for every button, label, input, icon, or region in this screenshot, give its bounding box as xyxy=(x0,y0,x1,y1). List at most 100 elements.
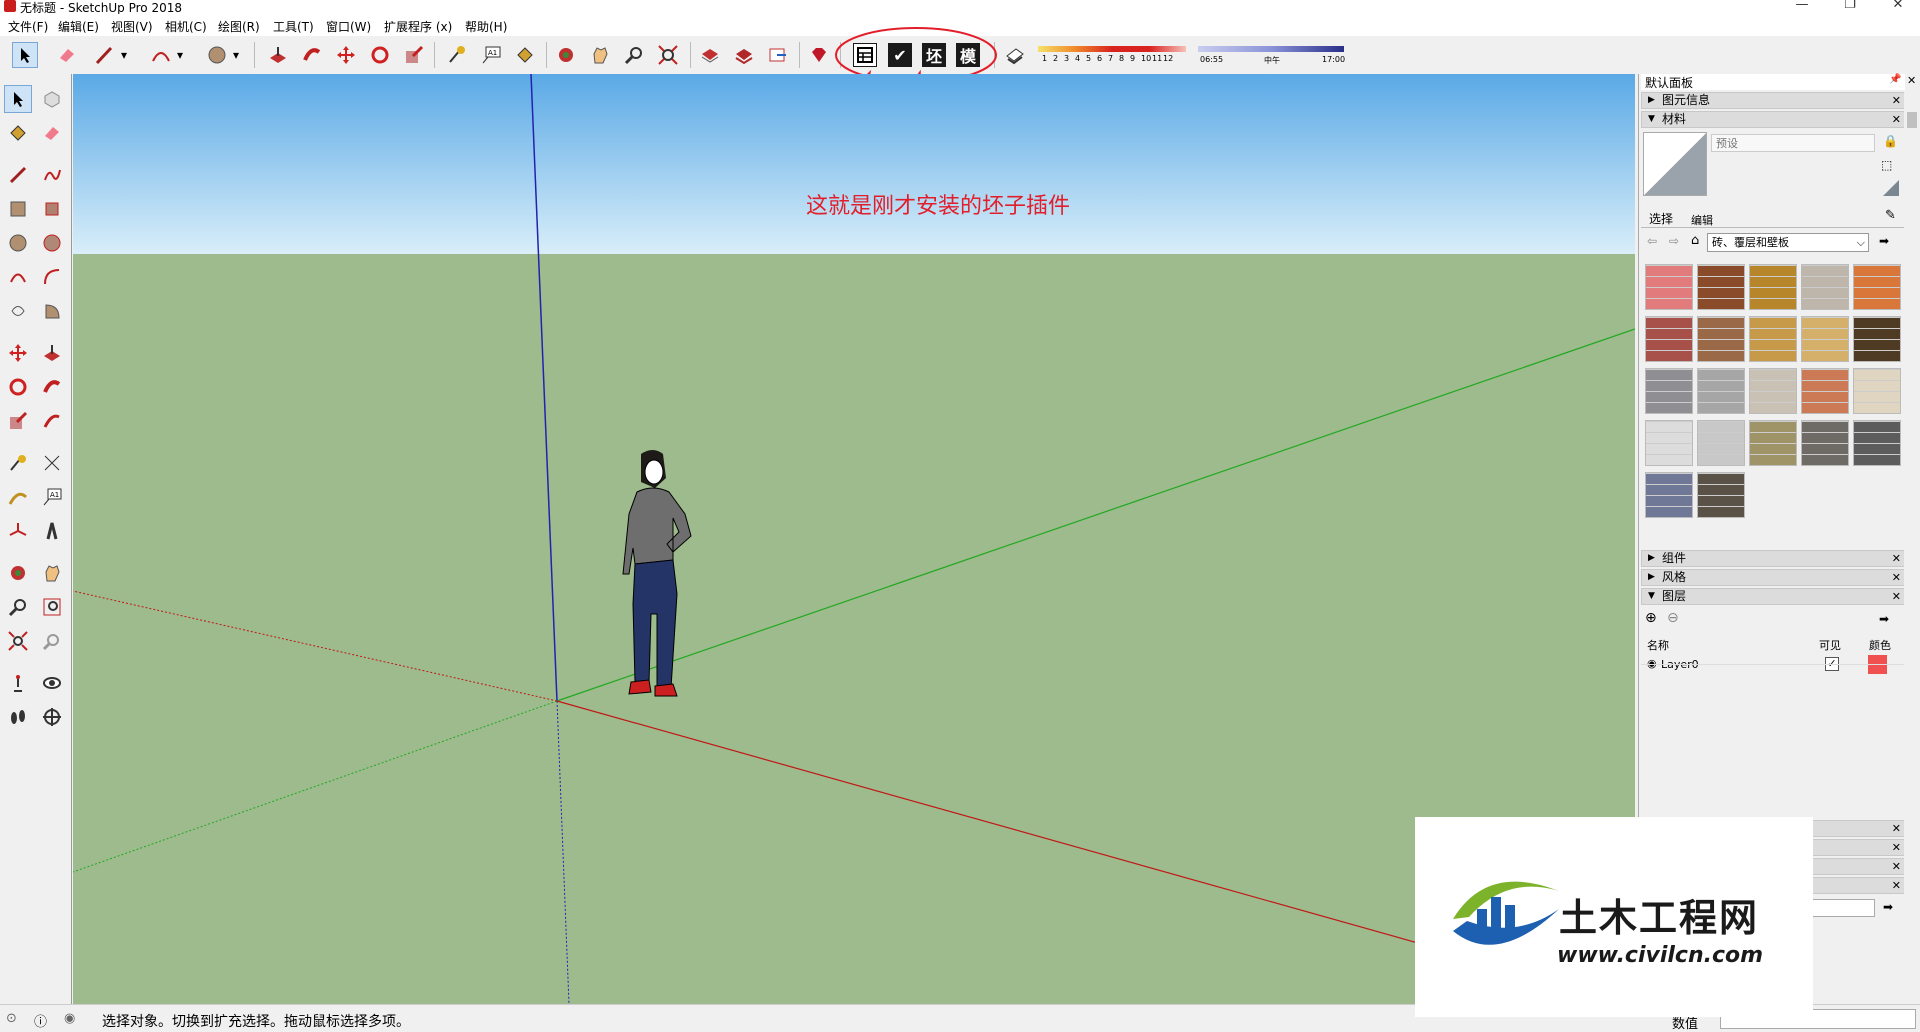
two-point-arc-icon[interactable] xyxy=(38,263,66,291)
material-swatch[interactable] xyxy=(1645,264,1693,310)
move-icon[interactable] xyxy=(4,339,32,367)
panel-field[interactable] xyxy=(1809,899,1875,917)
layer-row[interactable]: ◉ Layer0 ✓ xyxy=(1641,655,1905,675)
material-swatch[interactable] xyxy=(1853,316,1901,362)
shadow-month-slider[interactable] xyxy=(1038,46,1186,52)
rotate-icon[interactable] xyxy=(4,373,32,401)
eraser-icon[interactable] xyxy=(38,119,66,147)
tray-close-icon[interactable]: ✕ xyxy=(1907,74,1916,87)
lock-icon[interactable]: 🔒 xyxy=(1883,134,1898,148)
minimize-icon[interactable]: — xyxy=(1782,0,1822,13)
zoom-window-icon[interactable] xyxy=(38,593,66,621)
zoom-icon[interactable] xyxy=(621,42,647,68)
close-icon[interactable]: ✕ xyxy=(1878,0,1918,13)
sample-paint-icon[interactable] xyxy=(1883,180,1899,196)
follow-me-icon[interactable] xyxy=(38,373,66,401)
eyedropper-icon[interactable]: ✎ xyxy=(1885,208,1896,223)
materials-header[interactable]: ▼ 材料 ✕ xyxy=(1641,111,1905,128)
pizi-mo-button[interactable]: 模 xyxy=(956,43,980,67)
material-name-input[interactable] xyxy=(1711,134,1875,152)
layers-header[interactable]: ▼ 图层 ✕ xyxy=(1641,588,1905,605)
rectangle-icon[interactable] xyxy=(4,195,32,223)
scale-icon[interactable] xyxy=(401,42,427,68)
menu-window[interactable]: 窗口(W) xyxy=(326,18,371,35)
tab-select[interactable]: 选择 xyxy=(1649,210,1673,227)
scale-icon[interactable] xyxy=(4,407,32,435)
tab-edit[interactable]: 编辑 xyxy=(1691,212,1713,228)
material-swatch[interactable] xyxy=(1697,420,1745,466)
axes-icon[interactable] xyxy=(4,517,32,545)
pan-hand-icon[interactable] xyxy=(587,42,613,68)
three-point-arc-icon[interactable] xyxy=(4,297,32,325)
arc-icon[interactable] xyxy=(4,263,32,291)
maximize-icon[interactable]: ❐ xyxy=(1830,0,1870,13)
circle-icon[interactable] xyxy=(4,229,32,257)
pizi-check-icon[interactable]: ✔ xyxy=(888,43,912,67)
forward-arrow-icon[interactable]: ⇨ xyxy=(1669,234,1679,248)
home-icon[interactable]: ⌂ xyxy=(1691,233,1699,248)
entity-info-header[interactable]: ▶ 图元信息 ✕ xyxy=(1641,92,1905,109)
polygon-icon[interactable] xyxy=(38,229,66,257)
move-icon[interactable] xyxy=(333,42,359,68)
material-swatch[interactable] xyxy=(1853,420,1901,466)
material-swatch[interactable] xyxy=(1749,316,1797,362)
3d-warehouse-icon[interactable] xyxy=(697,42,723,68)
material-swatch[interactable] xyxy=(1801,264,1849,310)
protractor-icon[interactable] xyxy=(4,483,32,511)
rotated-rectangle-icon[interactable] xyxy=(38,195,66,223)
line-icon[interactable] xyxy=(4,161,32,189)
material-swatch[interactable] xyxy=(1749,420,1797,466)
material-swatch[interactable] xyxy=(1801,420,1849,466)
layer-details-icon[interactable]: ➡ xyxy=(1879,612,1889,626)
pie-icon[interactable] xyxy=(38,297,66,325)
shadow-time-slider[interactable] xyxy=(1198,46,1344,52)
tape-measure-icon[interactable] xyxy=(444,42,470,68)
components-header[interactable]: ▶ 组件 ✕ xyxy=(1641,550,1905,567)
select-tool-icon[interactable] xyxy=(12,42,38,68)
pizi-pi-button[interactable]: 坯 xyxy=(922,43,946,67)
material-swatch[interactable] xyxy=(1697,264,1745,310)
menu-edit[interactable]: 编辑(E) xyxy=(58,18,99,35)
paint-bucket-icon[interactable] xyxy=(4,119,32,147)
material-swatch[interactable] xyxy=(1853,264,1901,310)
position-camera-icon[interactable] xyxy=(4,669,32,697)
walk-icon[interactable] xyxy=(4,703,32,731)
material-swatch[interactable] xyxy=(1749,368,1797,414)
tray-scrollbar[interactable] xyxy=(1904,90,1920,1004)
menu-extensions[interactable]: 扩展程序 (x) xyxy=(384,18,452,35)
freehand-icon[interactable] xyxy=(38,161,66,189)
material-swatch[interactable] xyxy=(1645,368,1693,414)
material-swatch[interactable] xyxy=(1853,368,1901,414)
tape-measure-icon[interactable] xyxy=(4,449,32,477)
user-icon[interactable]: ◉ xyxy=(64,1011,75,1026)
material-swatch[interactable] xyxy=(1697,316,1745,362)
material-swatch[interactable] xyxy=(1697,368,1745,414)
geo-location-icon[interactable]: ⊙ xyxy=(6,1011,17,1026)
dimension-icon[interactable] xyxy=(38,449,66,477)
text-label-icon[interactable]: A1 xyxy=(478,42,504,68)
material-swatch[interactable] xyxy=(1645,472,1693,518)
material-swatch[interactable] xyxy=(1697,472,1745,518)
zoom-extents-icon[interactable] xyxy=(4,627,32,655)
menu-tools[interactable]: 工具(T) xyxy=(273,18,314,35)
extension-warehouse-icon[interactable] xyxy=(731,42,757,68)
material-library-select[interactable]: 砖、覆层和壁板 ⌵ xyxy=(1707,233,1869,252)
shape-dropdown-icon[interactable]: ▾ xyxy=(228,42,244,68)
rotate-icon[interactable] xyxy=(367,42,393,68)
shadow-settings-icon[interactable] xyxy=(1002,42,1028,68)
offset-icon[interactable] xyxy=(38,407,66,435)
menu-help[interactable]: 帮助(H) xyxy=(465,18,507,35)
arc-dropdown-icon[interactable]: ▾ xyxy=(172,42,188,68)
menu-draw[interactable]: 绘图(R) xyxy=(218,18,260,35)
zoom-icon[interactable] xyxy=(4,593,32,621)
orbit-icon[interactable] xyxy=(553,42,579,68)
pencil-line-icon[interactable] xyxy=(92,42,118,68)
push-pull-icon[interactable] xyxy=(265,42,291,68)
3d-text-icon[interactable] xyxy=(38,517,66,545)
text-icon[interactable]: A1 xyxy=(38,483,66,511)
menu-view[interactable]: 视图(V) xyxy=(111,18,153,35)
push-pull-icon[interactable] xyxy=(38,339,66,367)
styles-header[interactable]: ▶ 风格 ✕ xyxy=(1641,569,1905,586)
arc-icon[interactable] xyxy=(148,42,174,68)
select-tool-icon[interactable] xyxy=(4,85,32,113)
